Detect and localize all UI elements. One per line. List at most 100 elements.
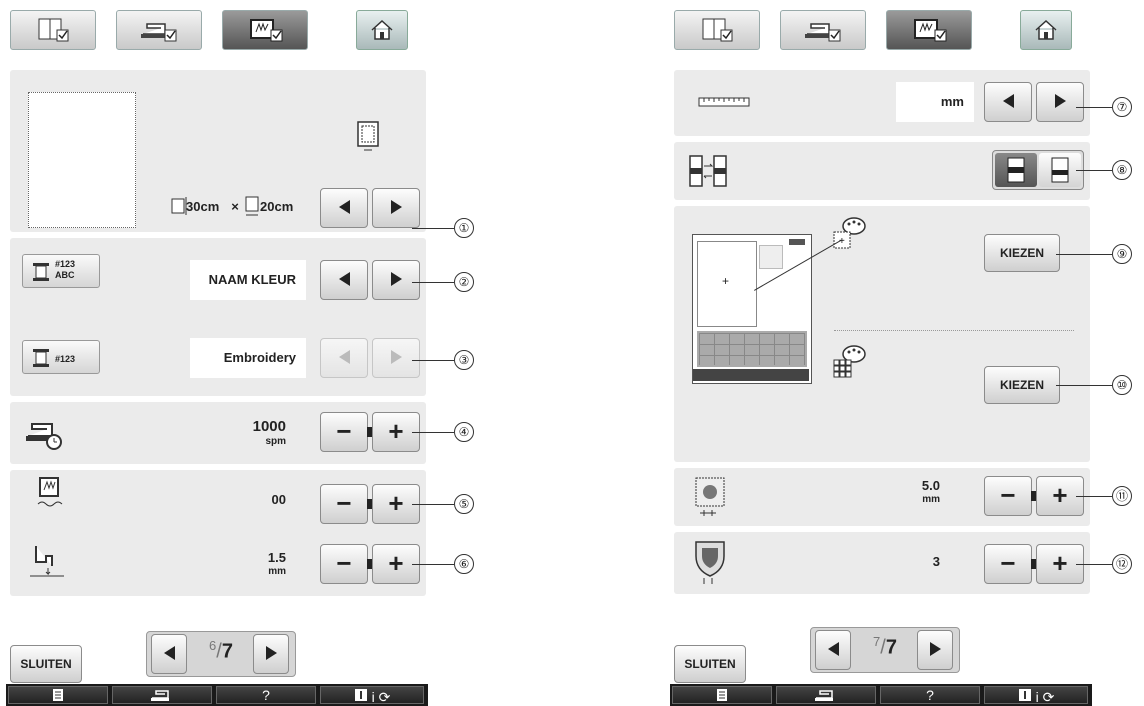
page-indicator: 7/7 [810, 627, 960, 673]
callout-line-1 [412, 228, 454, 229]
embroidery-speed-icon [26, 423, 62, 450]
foot-height-value: 1.5 [267, 550, 286, 565]
bottom-help-button[interactable]: ? [216, 686, 316, 704]
bottom-machine-button[interactable] [776, 686, 876, 704]
speed-decrease-button[interactable]: − [320, 412, 368, 452]
refresh-icon: ⟳ [378, 689, 391, 705]
close-button[interactable]: SLUITEN [674, 645, 746, 683]
frame-next-button[interactable] [372, 188, 420, 228]
left-settings-screen: 30cm × 20cm #123 ABC NAAM KLEUR #123 Embr… [6, 0, 428, 706]
foot-height-icon [30, 546, 64, 577]
ruler-icon [698, 97, 750, 107]
thread-panel: #123 ABC NAAM KLEUR #123 Embroidery [10, 238, 426, 396]
layout-panel [674, 142, 1090, 200]
emblem-border-icon [695, 541, 725, 584]
machine-icon [815, 690, 833, 701]
layout-option-a[interactable] [995, 153, 1037, 187]
callout-line-10 [1056, 385, 1112, 386]
callout-line-8 [1076, 170, 1112, 171]
callout-9: ⑨ [1112, 244, 1132, 264]
tension-panel: 00 − + 1.5 mm − + [10, 470, 426, 596]
tension-decrease-button[interactable]: − [320, 484, 368, 524]
document-icon [53, 689, 63, 701]
thread-number-button[interactable]: #123 [22, 340, 100, 374]
thumbnail-color-select-button[interactable]: KIEZEN [984, 366, 1060, 404]
border-width-decrease-button[interactable]: − [984, 544, 1032, 584]
right-settings-screen: mm + + KIEZEN KIEZEN 5.0 mm − + 3 − + SL… [670, 0, 1092, 706]
layout-option-b[interactable] [1039, 153, 1081, 187]
bottom-machine-button[interactable] [112, 686, 212, 704]
background-color-select-button[interactable]: KIEZEN [984, 234, 1060, 272]
applique-distance-decrease-button[interactable]: − [984, 476, 1032, 516]
home-icon [1035, 19, 1057, 40]
page-total: 7 [885, 636, 897, 659]
bottom-help-button[interactable]: ? [880, 686, 980, 704]
thread-brand-prev-button[interactable] [320, 338, 368, 378]
frame-preview [28, 92, 136, 228]
preview-cross: + [722, 274, 730, 288]
page-total: 7 [221, 640, 233, 663]
layout-b-icon [1051, 157, 1069, 183]
hoop-icon [357, 121, 379, 151]
page-next-button[interactable] [253, 634, 289, 674]
border-width-value: 3 [932, 554, 940, 569]
page-prev-button[interactable] [151, 634, 187, 674]
speed-panel: 1000 spm − + [10, 402, 426, 464]
page-number: 6/7 [197, 638, 245, 664]
home-icon [371, 19, 393, 40]
bottom-document-button[interactable] [672, 686, 772, 704]
bottom-info-button[interactable]: i ⟳ [984, 686, 1088, 705]
manual-book-icon [38, 18, 69, 42]
foot-height-unit: mm [268, 566, 286, 577]
frame-times-sign: × [231, 199, 239, 214]
thread-display-prev-button[interactable] [320, 260, 368, 300]
thread-brand-next-button[interactable] [372, 338, 420, 378]
manual-book-icon [702, 18, 733, 42]
callout-1: ① [454, 218, 474, 238]
tab-sewing-settings[interactable] [780, 10, 866, 50]
units-prev-button[interactable] [984, 82, 1032, 122]
embroidery-tension-icon [37, 477, 63, 507]
embroidery-frame-settings-icon [914, 19, 947, 42]
callout-6: ⑥ [454, 554, 474, 574]
tab-embroidery-settings[interactable] [222, 10, 308, 50]
tab-sewing-settings[interactable] [116, 10, 202, 50]
callout-2: ② [454, 272, 474, 292]
units-value: mm [896, 82, 974, 122]
embroidery-frame-settings-icon [250, 19, 283, 42]
callout-line-11 [1076, 496, 1112, 497]
bottom-document-button[interactable] [8, 686, 108, 704]
layout-a-icon [1007, 157, 1025, 183]
layout-toggle [992, 150, 1084, 190]
tab-embroidery-settings[interactable] [886, 10, 972, 50]
frame-prev-button[interactable] [320, 188, 368, 228]
callout-line-7 [1076, 107, 1112, 108]
close-button[interactable]: SLUITEN [10, 645, 82, 683]
bottom-bar: ? i ⟳ [670, 684, 1092, 706]
preview-main-area: + [697, 241, 757, 327]
foot-height-decrease-button[interactable]: − [320, 544, 368, 584]
home-button[interactable] [1020, 10, 1072, 50]
thread-number-abc-button[interactable]: #123 ABC [22, 254, 100, 288]
border-panel: 3 − + [674, 532, 1090, 594]
bottom-info-button[interactable]: i ⟳ [320, 686, 424, 705]
callout-12: ⑫ [1112, 554, 1132, 574]
page-prev-button[interactable] [815, 630, 851, 670]
thread-display-next-button[interactable] [372, 260, 420, 300]
home-button[interactable] [356, 10, 408, 50]
spool-icon [33, 263, 49, 281]
units-panel: mm [674, 70, 1090, 136]
callout-line-3 [412, 360, 454, 361]
tab-manual[interactable] [674, 10, 760, 50]
callout-line-6 [412, 564, 454, 565]
callout-line-5 [412, 504, 454, 505]
callout-11: ⑪ [1112, 486, 1132, 506]
sewing-machine-settings-icon [141, 23, 177, 42]
thread-display-value: NAAM KLEUR [190, 260, 306, 300]
units-next-button[interactable] [1036, 82, 1084, 122]
tab-manual[interactable] [10, 10, 96, 50]
callout-8: ⑧ [1112, 160, 1132, 180]
page-next-button[interactable] [917, 630, 953, 670]
callout-3: ③ [454, 350, 474, 370]
info-label: i [371, 689, 375, 705]
